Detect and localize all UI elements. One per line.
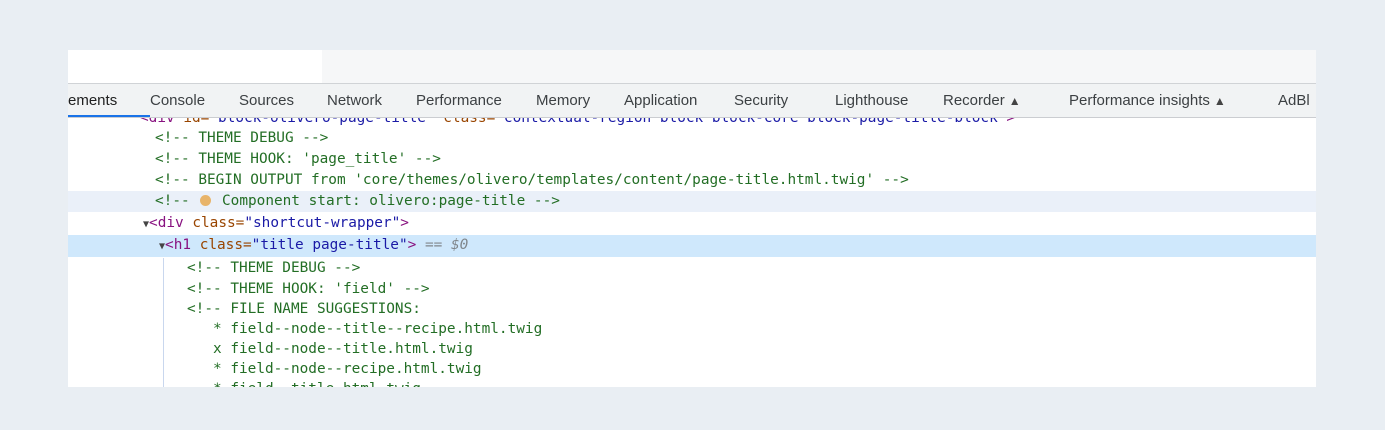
active-tab-indicator <box>68 115 150 117</box>
tag-close: > <box>400 215 409 231</box>
tab-recorder[interactable]: Recorder ▲ <box>943 92 1021 109</box>
comment-line: x field--node--title.html.twig <box>213 341 473 357</box>
tab-lighthouse[interactable]: Lighthouse <box>835 92 908 109</box>
tab-label: Recorder <box>943 92 1005 109</box>
dom-node-shortcut-wrapper[interactable]: ▼<div class="shortcut-wrapper"> <box>68 213 1316 234</box>
tab-elements[interactable]: ements <box>68 92 117 109</box>
console-ref: == $0 <box>416 237 469 253</box>
attr-name: id= <box>183 118 210 126</box>
tab-network[interactable]: Network <box>327 92 382 109</box>
comment-line: * field--title.html.twig <box>68 379 1316 387</box>
tag-close: > <box>1006 118 1016 126</box>
comment-node[interactable]: <!-- BEGIN OUTPUT from 'core/themes/oliv… <box>68 170 1316 191</box>
devtools-top-strip <box>68 50 1316 84</box>
dom-node-h1-selected[interactable]: ▼<h1 class="title page-title"> == $0 <box>68 235 1316 257</box>
comment-line: * field--node--title--recipe.html.twig <box>213 321 543 337</box>
attr-name: class= <box>192 215 245 231</box>
tag-open: <div <box>149 215 193 231</box>
comment-line: * field--node--recipe.html.twig <box>213 361 482 377</box>
comment-text: Component start: olivero:page-title --> <box>222 193 560 209</box>
attr-value: "block-olivero-page-title" <box>209 118 435 126</box>
comment-node[interactable]: <!-- THEME DEBUG --> <box>68 128 1316 149</box>
tab-application[interactable]: Application <box>624 92 697 109</box>
component-emoji-icon <box>200 195 212 206</box>
comment-node[interactable]: <!-- THEME HOOK: 'field' --> <box>68 279 1316 300</box>
tab-security[interactable]: Security <box>734 92 788 109</box>
tab-sources[interactable]: Sources <box>239 92 294 109</box>
tag-close: > <box>407 237 417 253</box>
attr-value: "shortcut-wrapper" <box>244 215 401 231</box>
attr-name: class= <box>434 118 496 126</box>
attr-value: "title page-title" <box>251 237 408 253</box>
dom-tree: <div id="block-olivero-page-title" class… <box>68 118 1316 387</box>
tab-memory[interactable]: Memory <box>536 92 590 109</box>
attr-name: class= <box>199 237 252 253</box>
comment-open: <!-- <box>155 193 190 209</box>
comment-node[interactable]: <!-- FILE NAME SUGGESTIONS: <box>68 299 1316 320</box>
flask-icon: ▲ <box>1213 94 1226 108</box>
devtools-panel: ements Console Sources Network Performan… <box>68 50 1316 387</box>
tag-open: <div <box>140 118 184 126</box>
comment-node[interactable]: <!-- THEME HOOK: 'page_title' --> <box>68 149 1316 170</box>
attr-value: "contextual-region block block-core bloc… <box>495 118 1007 126</box>
devtools-tab-bar: ements Console Sources Network Performan… <box>68 84 1316 118</box>
address-area <box>68 50 322 83</box>
comment-node-component-start[interactable]: <!-- Component start: olivero:page-title… <box>68 191 1316 212</box>
tag-open: <h1 <box>165 237 200 253</box>
flask-icon: ▲ <box>1008 94 1021 108</box>
tab-console[interactable]: Console <box>150 92 205 109</box>
tab-performance[interactable]: Performance <box>416 92 502 109</box>
tab-label: Performance insights <box>1069 92 1210 109</box>
comment-node[interactable]: <!-- THEME DEBUG --> <box>68 258 1316 279</box>
tab-adblock[interactable]: AdBl <box>1278 92 1310 109</box>
tab-performance-insights[interactable]: Performance insights ▲ <box>1069 92 1226 109</box>
